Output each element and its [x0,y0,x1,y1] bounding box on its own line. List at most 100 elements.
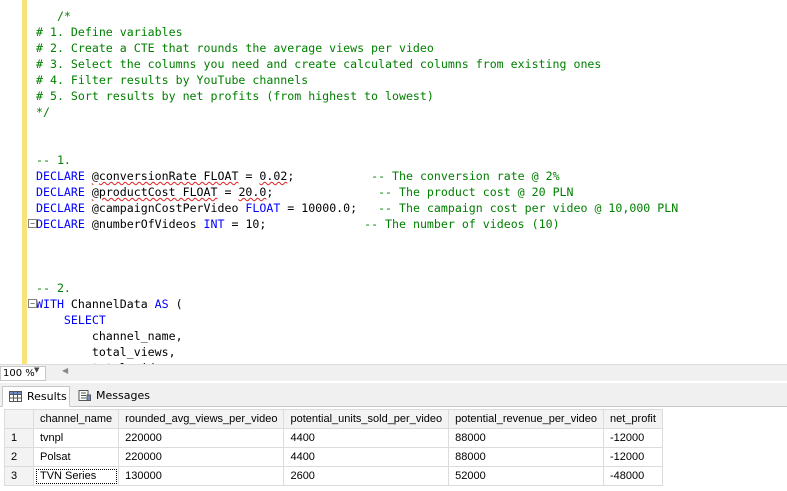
tab-messages[interactable]: Messages [72,386,152,407]
code-line[interactable]: # 1. Define variables [36,24,787,40]
code-token: 0.02 [259,169,288,183]
header-row: channel_name rounded_avg_views_per_video… [4,409,663,429]
code-line[interactable] [36,248,787,264]
code-line[interactable] [36,264,787,280]
code-token: -- The conversion rate @ 2% [371,169,560,183]
row-number[interactable]: 2 [4,447,34,467]
tab-results-label: Results [27,390,67,403]
table-cell[interactable]: tvnpl [32,428,120,448]
fold-collapse-icon[interactable]: − [28,219,37,228]
table-cell[interactable]: 4400 [283,447,450,467]
table-cell[interactable]: 88000 [448,428,605,448]
code-line[interactable]: # 3. Select the columns you need and cre… [36,56,787,72]
code-line[interactable]: # 2. Create a CTE that rounds the averag… [36,40,787,56]
code-token: = [238,169,260,183]
table-cell[interactable]: 4400 [283,428,450,448]
code-line[interactable]: WITH ChannelData AS ( [36,296,787,312]
code-line[interactable] [36,136,787,152]
code-editor[interactable]: /* # 1. Define variables # 2. Create a CTE… [0,0,787,364]
table-row[interactable]: 2 Polsat 220000 4400 88000 -12000 [4,447,663,467]
code-token: -- The campaign cost per video @ 10,000 … [378,201,679,215]
code-token: ChannelData [63,297,155,311]
column-header[interactable]: net_profit [603,409,663,429]
code-line[interactable]: DECLARE @campaignCostPerVideo FLOAT = 10… [36,200,787,216]
messages-icon [78,390,91,401]
code-token: -- The number of videos (10) [364,217,560,231]
code-token: channel_name, [36,329,183,343]
code-line[interactable]: total_views, [36,344,787,360]
code-token: FLOAT [245,201,281,215]
code-token: DECLARE [36,169,85,183]
row-number[interactable]: 3 [4,466,34,486]
code-token: DECLARE [36,185,85,199]
grid-corner[interactable] [4,409,34,429]
table-cell[interactable]: -12000 [603,428,663,448]
code-token: = [217,185,239,199]
column-header[interactable]: potential_revenue_per_video [448,409,605,429]
code-line[interactable] [36,232,787,248]
grid-icon [9,391,22,402]
editor-gutter [0,0,32,364]
code-line[interactable]: # 5. Sort results by net profits (from h… [36,88,787,104]
code-token: @campaignCostPerVideo [84,201,246,215]
column-header[interactable]: potential_units_sold_per_video [283,409,450,429]
table-cell[interactable]: 220000 [118,447,285,467]
code-line[interactable]: /* [36,8,787,24]
fold-collapse-icon[interactable]: − [28,299,37,308]
code-line[interactable]: DECLARE @productCost FLOAT = 20.0; -- Th… [36,184,787,200]
code-line[interactable]: # 4. Filter results by YouTube channels [36,72,787,88]
code-token: # 3. Select the columns you need and cre… [36,57,602,71]
table-cell[interactable]: 52000 [448,466,605,486]
table-cell[interactable]: TVN Series [32,466,120,486]
row-number[interactable]: 1 [4,428,34,448]
table-row[interactable]: 3 TVN Series 130000 2600 52000 -48000 [4,466,663,486]
tab-messages-label: Messages [96,389,150,402]
code-token: # 2. Create a CTE that rounds the averag… [36,41,434,55]
code-token: 20.0 [238,185,267,199]
results-tab-bar: Results Messages [0,383,787,407]
code-token: @productCost FLOAT [91,185,218,199]
code-line[interactable]: SELECT [36,312,787,328]
code-token: total_views, [36,345,176,359]
code-line[interactable]: -- 1. [36,152,787,168]
table-cell[interactable]: Polsat [32,447,120,467]
code-token: # 4. Filter results by YouTube channels [36,73,309,87]
code-line[interactable]: channel_name, [36,328,787,344]
results-grid[interactable]: channel_name rounded_avg_views_per_video… [0,407,787,491]
chevron-down-icon[interactable]: ▼ [34,366,39,374]
column-header[interactable]: rounded_avg_views_per_video [118,409,285,429]
table-cell[interactable]: 220000 [118,428,285,448]
code-token: # 5. Sort results by net profits (from h… [36,89,434,103]
code-token: -- 2. [36,281,71,295]
code-token: @numberOfVideos [84,217,204,231]
code-token: DECLARE [36,217,85,231]
scroll-left-icon[interactable]: ◀ [62,366,68,375]
code-line[interactable] [36,120,787,136]
tab-results[interactable]: Results [2,386,70,407]
code-token: /* [56,9,71,23]
code-line[interactable]: */ [36,104,787,120]
table-row[interactable]: 1 tvnpl 220000 4400 88000 -12000 [4,428,663,448]
zoom-value: 100 % [3,368,35,379]
code-token: = 10000.0; [280,201,379,215]
code-line[interactable]: DECLARE @numberOfVideos INT = 10; -- The… [36,216,787,232]
table-cell[interactable]: -12000 [603,447,663,467]
code-token: */ [36,105,50,119]
code-line[interactable]: -- 2. [36,280,787,296]
column-header[interactable]: channel_name [32,409,120,429]
code-lines[interactable]: /* # 1. Define variables # 2. Create a CTE… [36,8,787,364]
table-cell[interactable]: -48000 [603,466,663,486]
table-cell[interactable]: 88000 [448,447,605,467]
code-token: = 10; [224,217,365,231]
code-line[interactable]: DECLARE @conversionRate FLOAT = 0.02; --… [36,168,787,184]
code-token: AS [154,297,169,311]
table-cell[interactable]: 2600 [283,466,450,486]
code-token: SELECT [63,313,106,327]
table-cell[interactable]: 130000 [118,466,285,486]
